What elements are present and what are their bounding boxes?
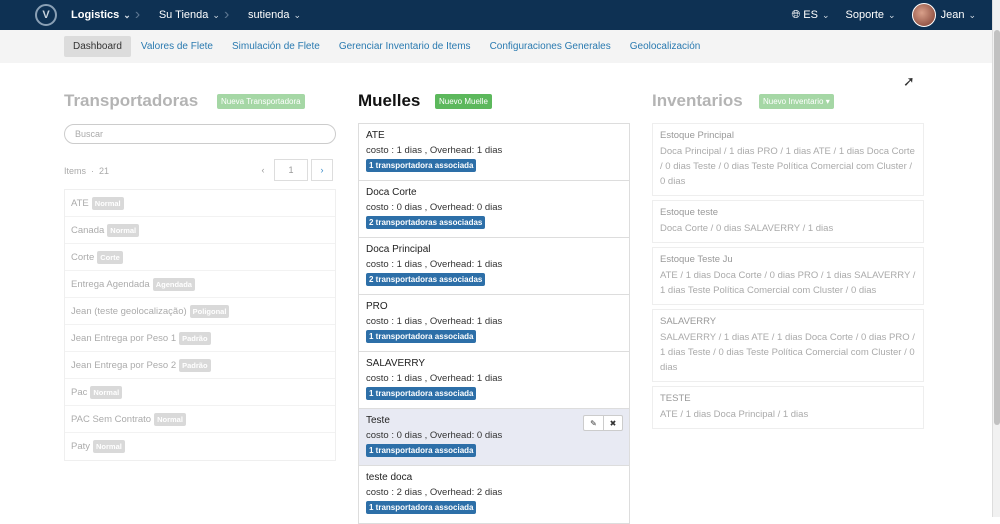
muelles-list: ATE costo : 1 dias , Overhead: 1 dias 1 tr… (358, 123, 630, 524)
list-item[interactable]: ATE costo : 1 dias , Overhead: 1 dias 1 tr… (359, 124, 629, 181)
avatar (911, 3, 936, 27)
top-navbar: V Logistics ⌄ › Su Tienda ⌄ › sutienda ⌄ 🌐︎… (0, 0, 992, 30)
tab-valores-de-flete[interactable]: Valores de Flete (132, 36, 222, 57)
crumb-store[interactable]: Su Tienda ⌄ (145, 0, 220, 30)
crumb-account[interactable]: sutienda ⌄ (234, 0, 301, 30)
chevron-down-icon: ⌄ (888, 9, 896, 20)
status-badge: Normal (107, 223, 140, 237)
list-item[interactable]: Pac Normal (65, 379, 335, 406)
inventarios-title: Inventarios (652, 91, 743, 110)
items-count: Items · 21 (64, 166, 110, 176)
carrier-count-badge: 1 transportadora associada (366, 330, 477, 343)
tab-gerenciar-inventario[interactable]: Gerenciar Inventario de Items (330, 36, 480, 57)
carrier-count-badge: 2 transportadoras associadas (366, 273, 486, 286)
page-next-button[interactable]: › (311, 159, 333, 181)
status-badge: Padrão (179, 358, 211, 372)
close-icon[interactable]: ✖ (603, 416, 622, 430)
status-badge: Normal (93, 440, 125, 453)
user-menu[interactable]: Jean ⌄ (911, 3, 976, 27)
muelles-title: Muelles (358, 91, 421, 110)
list-item[interactable]: Entrega Agendada Agendada (65, 271, 335, 298)
breadcrumb-separator-icon: › (223, 6, 230, 23)
inventarios-list: Estoque Principal Doca Principal / 1 dias… (652, 123, 924, 433)
new-inventario-button[interactable]: Nuevo Inventario ▾ (759, 94, 834, 109)
chevron-down-icon: ⌄ (968, 9, 976, 20)
list-item[interactable]: Doca Principal costo : 1 dias , Overhead:… (359, 238, 629, 295)
globe-icon: 🌐︎ (791, 8, 801, 21)
chevron-down-icon: ⌄ (123, 9, 131, 20)
inventory-card[interactable]: TESTE ATE / 1 dias Doca Principal / 1 dia… (652, 386, 924, 429)
carrier-count-badge: 1 transportadora associada (366, 444, 477, 457)
carrier-count-badge: 2 transportadoras associadas (366, 216, 486, 229)
tab-configuraciones-generales[interactable]: Configuraciones Generales (481, 36, 620, 57)
status-badge: Agendada (152, 277, 195, 291)
mouse-cursor-icon: ➚ (903, 73, 915, 89)
list-item[interactable]: SALAVERRY costo : 1 dias , Overhead: 1 di… (359, 352, 629, 409)
list-item[interactable]: Doca Corte costo : 0 dias , Overhead: 0 d… (359, 181, 629, 238)
inventory-card[interactable]: Estoque Teste Ju ATE / 1 dias Doca Corte … (652, 247, 924, 305)
tab-simulacion-de-flete[interactable]: Simulación de Flete (223, 36, 329, 57)
status-badge: Normal (154, 412, 186, 426)
status-badge: Normal (91, 196, 124, 210)
inventory-card[interactable]: Estoque teste Doca Corte / 0 dias SALAVER… (652, 200, 924, 243)
caret-down-icon: ▾ (825, 97, 830, 106)
inventory-card[interactable]: SALAVERRY SALAVERRY / 1 dias ATE / 1 dias… (652, 309, 924, 382)
list-item[interactable]: teste doca costo : 2 dias , Overhead: 2 d… (359, 466, 629, 523)
status-badge: Padrão (179, 331, 211, 345)
new-transportadora-button[interactable]: Nueva Transportadora (217, 94, 305, 109)
breadcrumb-separator-icon: › (134, 6, 141, 23)
list-item[interactable]: Jean Entrega por Peso 2 Padrão (65, 352, 335, 379)
transportadoras-title: Transportadoras (64, 91, 199, 110)
list-item[interactable]: Teste costo : 0 dias , Overhead: 0 dias 1 … (359, 409, 629, 466)
transportadoras-search-input[interactable]: Buscar (64, 124, 336, 144)
inventory-card[interactable]: Estoque Principal Doca Principal / 1 dias… (652, 123, 924, 196)
scrollbar-thumb[interactable] (994, 30, 1000, 425)
pagination: ‹ 1 › (252, 159, 333, 181)
new-muelle-button[interactable]: Nuevo Muelle (435, 94, 492, 109)
carrier-count-badge: 1 transportadora associada (366, 387, 477, 400)
status-badge: Corte (97, 250, 123, 264)
chevron-down-icon: ⌄ (821, 9, 830, 20)
carrier-count-badge: 1 transportadora associada (366, 501, 477, 514)
support-menu[interactable]: Soporte ⌄ (846, 9, 896, 21)
list-item[interactable]: Canada Normal (65, 217, 335, 244)
row-actions: ✎ ✖ (583, 415, 623, 431)
language-selector[interactable]: 🌐︎ ES ⌄ (791, 9, 829, 22)
tab-dashboard[interactable]: Dashboard (64, 36, 131, 57)
tab-geolocalizacion[interactable]: Geolocalización (621, 36, 710, 57)
sub-navigation: Dashboard Valores de Flete Simulación de… (0, 30, 992, 63)
status-badge: Normal (90, 385, 123, 399)
transportadoras-list: ATE Normal Canada Normal Corte Corte Entreg… (64, 189, 336, 461)
list-item[interactable]: Corte Corte (65, 244, 335, 271)
chevron-down-icon: ⌄ (212, 9, 220, 20)
edit-icon[interactable]: ✎ (584, 416, 603, 430)
vtex-logo-icon[interactable]: V (35, 4, 57, 26)
status-badge: Poligonal (189, 304, 230, 318)
list-item[interactable]: Jean (teste geolocalização) Poligonal (65, 298, 335, 325)
page-prev-button[interactable]: ‹ (252, 159, 274, 181)
list-item[interactable]: Paty Normal (65, 433, 335, 460)
crumb-logistics[interactable]: Logistics ⌄ (57, 0, 131, 30)
carrier-count-badge: 1 transportadora associada (366, 159, 477, 172)
page-scrollbar[interactable] (992, 0, 1000, 517)
page-number-input[interactable]: 1 (274, 159, 308, 181)
list-item[interactable]: Jean Entrega por Peso 1 Padrão (65, 325, 335, 352)
list-item[interactable]: PRO costo : 1 dias , Overhead: 1 dias 1 tr… (359, 295, 629, 352)
list-item[interactable]: PAC Sem Contrato Normal (65, 406, 335, 433)
list-item[interactable]: ATE Normal (65, 190, 335, 217)
chevron-down-icon: ⌄ (293, 9, 302, 20)
